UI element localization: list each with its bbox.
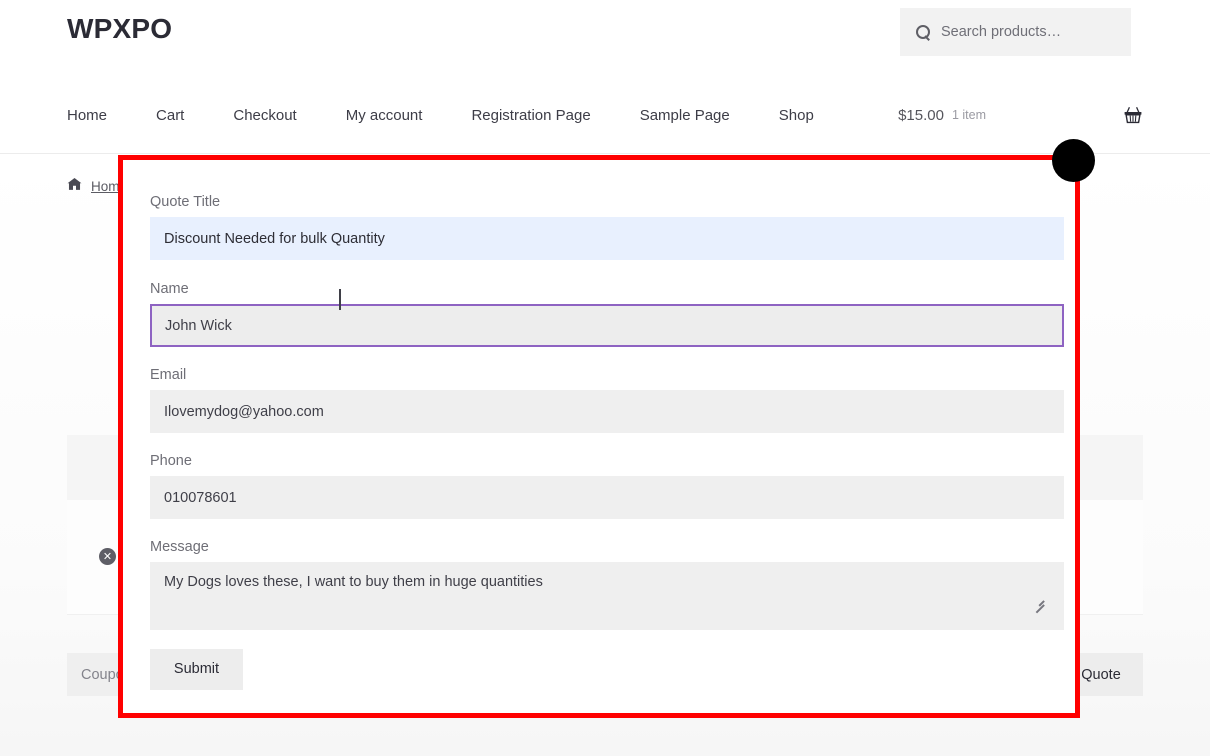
- message-textarea[interactable]: My Dogs loves these, I want to buy them …: [150, 562, 1064, 630]
- remove-item-icon[interactable]: ✕: [99, 548, 116, 565]
- shopping-basket-icon[interactable]: [1123, 105, 1143, 125]
- quote-title-input[interactable]: [150, 217, 1064, 260]
- home-icon: [67, 177, 82, 195]
- phone-label: Phone: [150, 453, 192, 469]
- nav-item-cart[interactable]: Cart: [156, 107, 184, 124]
- nav-item-my-account[interactable]: My account: [346, 107, 423, 124]
- site-logo[interactable]: WPXPO: [67, 13, 172, 45]
- phone-input[interactable]: [150, 476, 1064, 519]
- text-cursor: [339, 289, 341, 310]
- quote-title-label: Quote Title: [150, 194, 221, 210]
- search-icon: [916, 25, 930, 39]
- site-header: WPXPO Home Cart Checkout My account Regi…: [0, 0, 1210, 155]
- quote-request-form: Quote Title Name Email Phone Message My …: [123, 160, 1075, 713]
- cart-summary[interactable]: $15.00 1 item: [898, 96, 1143, 134]
- cart-total-amount: $15.00: [898, 106, 944, 124]
- nav-item-list: Home Cart Checkout My account Registrati…: [67, 96, 814, 134]
- main-navigation: Home Cart Checkout My account Registrati…: [0, 96, 1210, 154]
- search-input[interactable]: [939, 23, 1119, 41]
- nav-item-registration-page[interactable]: Registration Page: [471, 107, 590, 124]
- submit-button[interactable]: Submit: [150, 649, 243, 690]
- nav-item-checkout[interactable]: Checkout: [233, 107, 296, 124]
- nav-item-shop[interactable]: Shop: [779, 107, 814, 124]
- email-input[interactable]: [150, 390, 1064, 433]
- nav-item-home[interactable]: Home: [67, 107, 107, 124]
- name-field-group: Name: [150, 281, 1064, 347]
- nav-item-sample-page[interactable]: Sample Page: [640, 107, 730, 124]
- name-label: Name: [150, 281, 189, 297]
- close-modal-icon[interactable]: [1052, 139, 1095, 182]
- page-root: WPXPO Home Cart Checkout My account Regi…: [0, 0, 1210, 756]
- search-box[interactable]: [900, 8, 1131, 56]
- quote-request-modal: Quote Title Name Email Phone Message My …: [118, 155, 1080, 718]
- message-label: Message: [150, 539, 209, 555]
- email-label: Email: [150, 367, 187, 383]
- name-input[interactable]: [150, 304, 1064, 347]
- message-field-group: Message My Dogs loves these, I want to b…: [150, 539, 1064, 630]
- cart-item-count: 1 item: [951, 108, 986, 122]
